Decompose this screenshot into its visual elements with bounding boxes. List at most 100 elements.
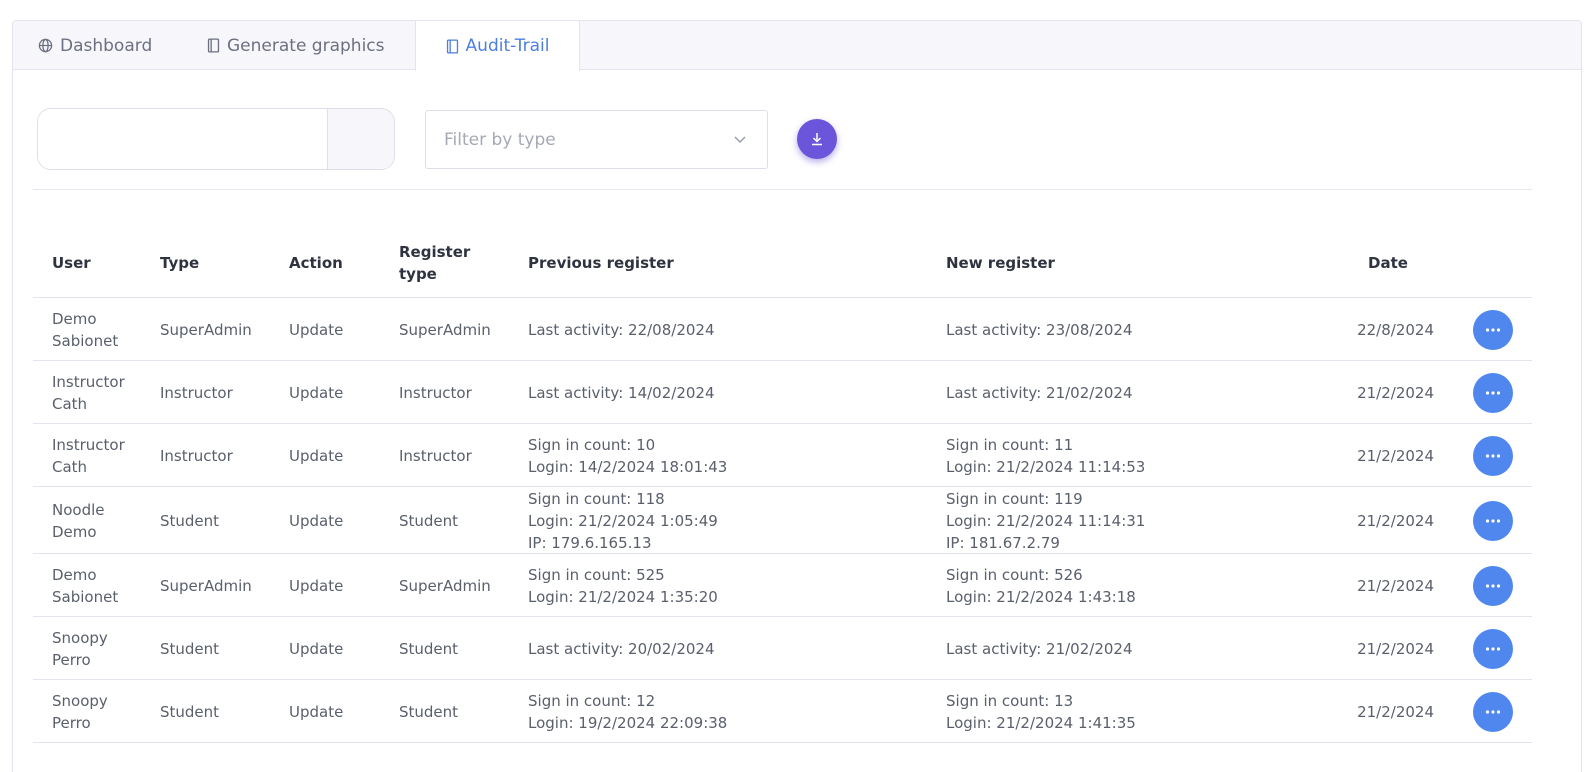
tab-label: Dashboard (60, 35, 153, 56)
new-register-cell-line: Sign in count: 119 (946, 490, 1083, 508)
header-action: Action (289, 254, 343, 272)
more-horizontal-icon (1485, 391, 1501, 395)
date-cell: 21/2/2024 (1357, 703, 1434, 721)
user-cell-line: Cath (52, 395, 88, 413)
row-actions-button[interactable] (1473, 566, 1513, 606)
new-register-cell-line: Last activity: 21/02/2024 (946, 640, 1133, 658)
register-type-cell: Instructor (399, 384, 472, 402)
book-icon (446, 38, 458, 54)
action-cell: Update (289, 321, 344, 339)
user-cell-line: Instructor (52, 436, 125, 454)
user-cell-line: Noodle (52, 501, 105, 519)
type-cell: SuperAdmin (160, 321, 252, 339)
type-cell: SuperAdmin (160, 577, 252, 595)
chevron-down-icon (734, 136, 746, 144)
filter-type-select[interactable]: Filter by type (425, 110, 768, 169)
previous-register-cell: Sign in count: 12 Login: 19/2/2024 22:09:… (528, 690, 727, 734)
globe-icon (38, 38, 53, 53)
previous-register-cell-line: Last activity: 20/02/2024 (528, 640, 715, 658)
action-cell: Update (289, 447, 344, 465)
tab-bar: Dashboard Generate graphics Audit-Trail (13, 21, 1581, 71)
user-cell-line: Snoopy (52, 692, 108, 710)
download-button[interactable] (797, 119, 837, 159)
more-horizontal-icon (1485, 519, 1501, 523)
row-actions-button[interactable] (1473, 692, 1513, 732)
new-register-cell-line: Login: 21/2/2024 11:14:31 (946, 512, 1146, 530)
header-type: Type (160, 254, 200, 272)
user-cell-line: Sabionet (52, 332, 119, 350)
table-header: User Type Action Register type Previous … (33, 229, 1532, 298)
row-actions-button[interactable] (1473, 436, 1513, 476)
previous-register-cell-line: Sign in count: 10 (528, 436, 656, 454)
type-cell: Student (160, 512, 220, 530)
new-register-cell-line: Login: 21/2/2024 1:41:35 (946, 714, 1136, 732)
tab-audit-trail[interactable]: Audit-Trail (415, 21, 580, 71)
new-register-cell: Last activity: 21/02/2024 (946, 638, 1133, 660)
tab-generate-graphics[interactable]: Generate graphics (207, 21, 385, 70)
previous-register-cell-line: Login: 21/2/2024 1:35:20 (528, 588, 718, 606)
previous-register-cell: Sign in count: 525 Login: 21/2/2024 1:35:… (528, 564, 718, 608)
more-horizontal-icon (1485, 454, 1501, 458)
user-cell-line: Demo (52, 523, 97, 541)
user-cell-line: Demo (52, 566, 97, 584)
audit-table: User Type Action Register type Previous … (33, 229, 1532, 743)
date-cell: 21/2/2024 (1357, 577, 1434, 595)
more-horizontal-icon (1485, 710, 1501, 714)
tab-label: Generate graphics (227, 35, 385, 56)
new-register-cell-line: Sign in count: 13 (946, 692, 1074, 710)
date-cell: 21/2/2024 (1357, 447, 1434, 465)
register-type-cell: Student (399, 640, 459, 658)
action-cell: Update (289, 384, 344, 402)
previous-register-cell-line: Last activity: 14/02/2024 (528, 384, 715, 402)
previous-register-cell-line: Login: 14/2/2024 18:01:43 (528, 458, 728, 476)
previous-register-cell-line: IP: 179.6.165.13 (528, 534, 652, 552)
type-cell: Instructor (160, 447, 233, 465)
new-register-cell: Sign in count: 13 Login: 21/2/2024 1:41:3… (946, 690, 1136, 734)
previous-register-cell-line: Sign in count: 118 (528, 490, 665, 508)
new-register-cell: Last activity: 21/02/2024 (946, 382, 1133, 404)
register-type-cell: Instructor (399, 447, 472, 465)
previous-register-cell: Last activity: 22/08/2024 (528, 319, 715, 341)
user-cell-line: Cath (52, 458, 88, 476)
audit-card: Dashboard Generate graphics Audit-Trail … (12, 20, 1582, 772)
table-row: Demo Sabionet SuperAdmin Update SuperAdmin Si… (33, 554, 1532, 617)
user-cell-line: Snoopy (52, 629, 108, 647)
new-register-cell-line: IP: 181.67.2.79 (946, 534, 1060, 552)
header-date: Date (1368, 254, 1408, 272)
row-actions-button[interactable] (1473, 310, 1513, 350)
new-register-cell: Last activity: 23/08/2024 (946, 319, 1133, 341)
tab-dashboard[interactable]: Dashboard (38, 21, 152, 70)
row-actions-button[interactable] (1473, 373, 1513, 413)
row-actions-button[interactable] (1473, 501, 1513, 541)
search-input[interactable] (38, 109, 327, 169)
previous-register-cell-line: Login: 21/2/2024 1:05:49 (528, 512, 718, 530)
new-register-cell-line: Login: 21/2/2024 1:43:18 (946, 588, 1136, 606)
search-addon-button[interactable] (327, 109, 394, 169)
table-row: Instructor Cath Instructor Update Instructor… (33, 424, 1532, 487)
table-row: Instructor Cath Instructor Update Instructor… (33, 361, 1532, 424)
user-cell: Instructor Cath (52, 434, 125, 478)
date-cell: 22/8/2024 (1357, 321, 1434, 339)
tab-label: Audit-Trail (465, 36, 550, 56)
header-register-type-line2: type (399, 265, 437, 283)
previous-register-cell-line: Last activity: 22/08/2024 (528, 321, 715, 339)
register-type-cell: SuperAdmin (399, 577, 491, 595)
header-register-type-line1: Register (399, 243, 471, 261)
table-row: Demo Sabionet SuperAdmin Update SuperAdmin La… (33, 298, 1532, 361)
table-body: Demo Sabionet SuperAdmin Update SuperAdmin La… (33, 298, 1532, 743)
more-horizontal-icon (1485, 584, 1501, 588)
row-actions-button[interactable] (1473, 629, 1513, 669)
action-cell: Update (289, 640, 344, 658)
header-previous-register: Previous register (528, 254, 674, 272)
table-row: Noodle Demo Student Update Student Sign in co… (33, 487, 1532, 554)
date-cell: 21/2/2024 (1357, 384, 1434, 402)
filter-placeholder: Filter by type (444, 129, 556, 150)
header-register-type: Register type (399, 241, 470, 285)
previous-register-cell: Last activity: 20/02/2024 (528, 638, 715, 660)
user-cell: Noodle Demo (52, 499, 105, 543)
register-type-cell: SuperAdmin (399, 321, 491, 339)
user-cell: Demo Sabionet (52, 308, 118, 352)
header-new-register: New register (946, 254, 1055, 272)
date-cell: 21/2/2024 (1357, 640, 1434, 658)
user-cell: Demo Sabionet (52, 564, 118, 608)
